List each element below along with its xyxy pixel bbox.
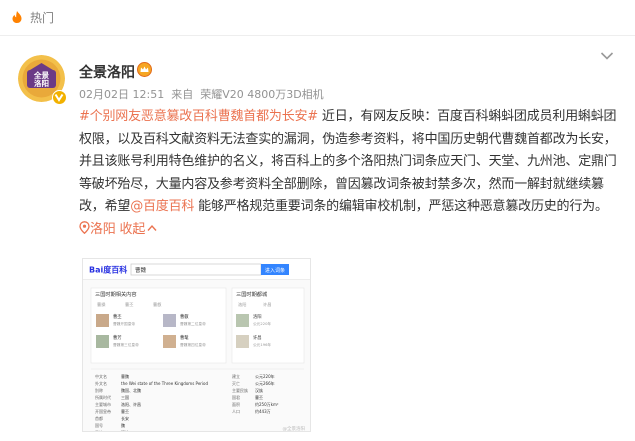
- image-watermark: @全景洛阳: [283, 425, 306, 432]
- panel-right-tab-2: 许昌: [263, 301, 271, 308]
- left-item-3-name: 曹芳: [113, 334, 122, 341]
- panel-right-title: 三国时期都城: [236, 290, 268, 298]
- right-item-1-name: 洛阳: [253, 313, 262, 320]
- left-item-4-desc: 曹魏第四位皇帝: [180, 342, 206, 347]
- chevron-up-icon: [147, 224, 157, 231]
- info-right-key-4: 国君: [232, 394, 240, 400]
- right-item-2-desc: 公元196年: [253, 342, 271, 347]
- post-body-2: 能够严格规范重要词条的编辑审校机制，严惩这种恶意篡改历史的行为。: [194, 199, 608, 214]
- avatar-text-bottom: 洛阳: [34, 78, 49, 88]
- info-right-key-5: 面积: [232, 401, 240, 407]
- search-value: 曹魏: [135, 266, 147, 274]
- attached-image[interactable]: Bai度百科 曹魏 进入词条 三国时期相关内容 曹操 曹丕 曹叡 曹丕 曹魏开国…: [82, 258, 311, 432]
- post-date[interactable]: 02月02日 12:51: [79, 88, 164, 101]
- verified-badge-icon: [52, 90, 67, 105]
- collapse-text: 收起: [119, 221, 146, 237]
- left-item-2-name: 曹叡: [180, 313, 189, 320]
- fire-icon: [12, 11, 22, 23]
- info-left-key-7: 首都: [95, 415, 103, 421]
- info-left-key-9: 民族: [95, 429, 103, 432]
- left-item-1-name: 曹丕: [113, 313, 122, 320]
- hot-bar: 热门: [0, 0, 635, 36]
- right-item-1-desc: 公元220年: [253, 321, 271, 326]
- info-left-val-3: 魏国、北魏: [121, 387, 141, 393]
- info-left-val-8: 魏: [121, 422, 125, 428]
- collapse-link[interactable]: 收起: [120, 222, 158, 237]
- info-right-key-3: 主要民族: [232, 387, 248, 393]
- location-link[interactable]: 洛阳: [79, 220, 116, 237]
- mention-link[interactable]: @百度百科: [130, 199, 194, 214]
- info-right-key-2: 灭亡: [232, 380, 240, 386]
- panel-left-tab-1: 曹操: [97, 301, 106, 308]
- source-device[interactable]: 荣耀V20 4800万3D相机: [200, 88, 323, 101]
- info-right-val-3: 汉族: [255, 387, 263, 393]
- info-table-left: 中文名 曹魏 外文名 the Wei state of the Three Ki…: [95, 373, 208, 432]
- post-text: #个别网友恶意篡改百科曹魏首都为长安# 近日，有网友反映：百度百科蝌蚪团成员利用…: [79, 106, 620, 241]
- info-left-val-5: 洛阳、许昌: [121, 401, 141, 407]
- hot-label: 热门: [30, 11, 55, 25]
- info-left-key-5: 主要城市: [95, 401, 111, 407]
- left-item-2-desc: 曹魏第二位皇帝: [180, 321, 206, 326]
- info-right-val-4: 曹丕: [255, 394, 263, 400]
- username[interactable]: 全景洛阳: [79, 62, 135, 82]
- search-button: 进入词条: [265, 267, 285, 274]
- info-left-val-7: 长安: [121, 415, 129, 421]
- info-left-val-2: the Wei state of the Three Kingdoms Peri…: [121, 381, 208, 386]
- member-crown-icon[interactable]: [137, 62, 152, 77]
- info-left-val-4: 三国: [121, 394, 129, 400]
- info-table-right: 建立 公元220年 灭亡 公元266年 主要民族 汉族 国君 曹丕 面积 约25…: [232, 373, 279, 414]
- info-left-val-1: 曹魏: [121, 373, 129, 379]
- info-left-key-4: 所属时代: [95, 394, 111, 400]
- hashtag-link[interactable]: #个别网友恶意篡改百科曹魏首都为长安#: [79, 109, 318, 124]
- right-item-2-name: 许昌: [253, 334, 262, 341]
- location-pin-icon: [79, 220, 90, 234]
- info-right-val-6: 约443万: [255, 408, 271, 414]
- info-left-key-2: 外文名: [95, 380, 107, 386]
- left-item-3-desc: 曹魏第三位皇帝: [113, 342, 139, 347]
- baike-logo: Bai度百科: [89, 265, 127, 275]
- location-text: 洛阳: [90, 221, 116, 237]
- post-meta: 02月02日 12:51 来自 荣耀V20 4800万3D相机: [79, 86, 331, 102]
- chevron-down-icon[interactable]: [600, 51, 614, 61]
- info-left-key-1: 中文名: [95, 373, 107, 379]
- info-right-key-1: 建立: [232, 373, 240, 379]
- info-right-val-1: 公元220年: [255, 373, 275, 379]
- panel-right-tab-1: 洛阳: [238, 301, 246, 308]
- panel-left-title: 三国时期相关内容: [95, 290, 137, 298]
- info-left-val-9: 汉族: [121, 429, 129, 432]
- left-item-4-name: 曹髦: [180, 334, 189, 341]
- info-left-key-8: 国号: [95, 422, 103, 428]
- panel-left-tab-3: 曹叡: [153, 301, 162, 308]
- info-right-key-6: 人口: [232, 409, 240, 414]
- info-left-key-6: 开国皇帝: [95, 408, 111, 414]
- info-right-val-2: 公元266年: [255, 380, 275, 386]
- info-left-val-6: 曹丕: [121, 408, 129, 414]
- info-right-val-5: 约250万km²: [255, 401, 279, 407]
- info-left-key-3: 别称: [95, 387, 103, 393]
- panel-left-tab-2: 曹丕: [125, 301, 133, 308]
- left-item-1-desc: 曹魏开国皇帝: [113, 321, 135, 326]
- source-prefix: 来自: [171, 88, 194, 101]
